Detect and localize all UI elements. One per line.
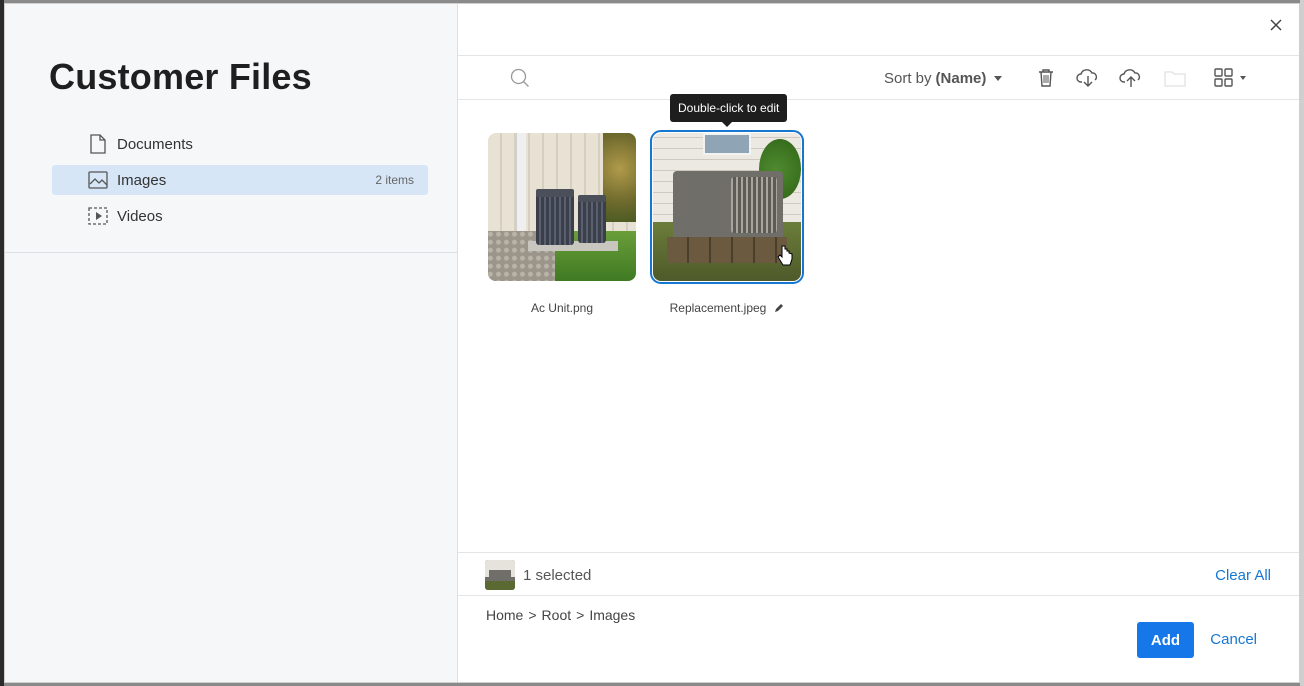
search-icon[interactable]: [510, 68, 530, 88]
sort-dropdown[interactable]: Sort by (Name): [884, 70, 1003, 87]
panel-title: Customer Files: [49, 56, 312, 97]
breadcrumb-images: Images: [589, 607, 636, 623]
cancel-button[interactable]: Cancel: [1210, 631, 1257, 648]
sidebar-item-label: Videos: [117, 207, 163, 225]
sort-value: (Name): [935, 70, 987, 87]
sort-label: Sort by: [884, 70, 932, 87]
breadcrumb-separator: >: [528, 607, 537, 623]
breadcrumb-root[interactable]: Root: [542, 607, 572, 623]
close-button[interactable]: [1267, 16, 1285, 34]
file-name-text: Ac Unit.png: [530, 301, 594, 315]
file-tile[interactable]: Replacement.jpeg: [650, 130, 804, 315]
cloud-upload-icon[interactable]: [1119, 67, 1141, 89]
item-count: 2 items: [375, 173, 414, 187]
file-name-text: Replacement.jpeg: [669, 301, 767, 315]
view-toggle[interactable]: [1213, 67, 1253, 89]
file-name: Ac Unit.png: [488, 301, 636, 315]
sidebar-item-images[interactable]: Images 2 items: [52, 165, 428, 195]
selected-thumbnail: [485, 560, 515, 590]
tooltip: Double-click to edit: [670, 94, 788, 127]
add-button[interactable]: Add: [1137, 622, 1194, 658]
file-thumbnail: [488, 133, 636, 281]
file-tile[interactable]: Ac Unit.png: [488, 133, 636, 315]
video-icon: [88, 206, 108, 226]
document-icon: [88, 134, 108, 154]
file-picker-modal: Customer Files Documents Images 2 items …: [4, 3, 1300, 683]
toolbar: Sort by (Name): [458, 55, 1299, 100]
selection-bar: 1 selected Clear All: [458, 552, 1299, 596]
grid-view-icon: [1214, 68, 1246, 87]
sidebar-item-documents[interactable]: Documents: [52, 129, 428, 159]
file-name: Replacement.jpeg: [653, 301, 801, 315]
clear-all-button[interactable]: Clear All: [1215, 567, 1271, 584]
trash-icon[interactable]: [1035, 67, 1057, 89]
chevron-down-icon: [994, 76, 1003, 81]
new-folder-icon[interactable]: [1163, 67, 1186, 89]
pencil-icon[interactable]: [774, 303, 784, 313]
image-icon: [88, 170, 108, 190]
breadcrumb-separator: >: [576, 607, 585, 623]
close-icon: [1270, 19, 1282, 31]
selection-count: 1 selected: [523, 567, 592, 584]
breadcrumb-home[interactable]: Home: [486, 607, 523, 623]
file-browser: Sort by (Name) Ac Unit.png Replacement.j…: [458, 4, 1299, 682]
backdrop-edge-right: [1300, 0, 1304, 686]
cloud-download-icon[interactable]: [1076, 67, 1098, 89]
breadcrumb: Home > Root > Images: [486, 607, 635, 623]
hand-cursor-icon: [777, 245, 793, 266]
sidebar-item-label: Images: [117, 171, 167, 189]
divider: [5, 252, 457, 253]
sidebar-item-videos[interactable]: Videos: [52, 201, 428, 231]
sidebar: Customer Files Documents Images 2 items …: [5, 4, 458, 682]
file-thumbnail: [650, 130, 804, 284]
sidebar-item-label: Documents: [117, 135, 193, 153]
sidebar-nav: Documents Images 2 items Videos: [52, 129, 428, 237]
